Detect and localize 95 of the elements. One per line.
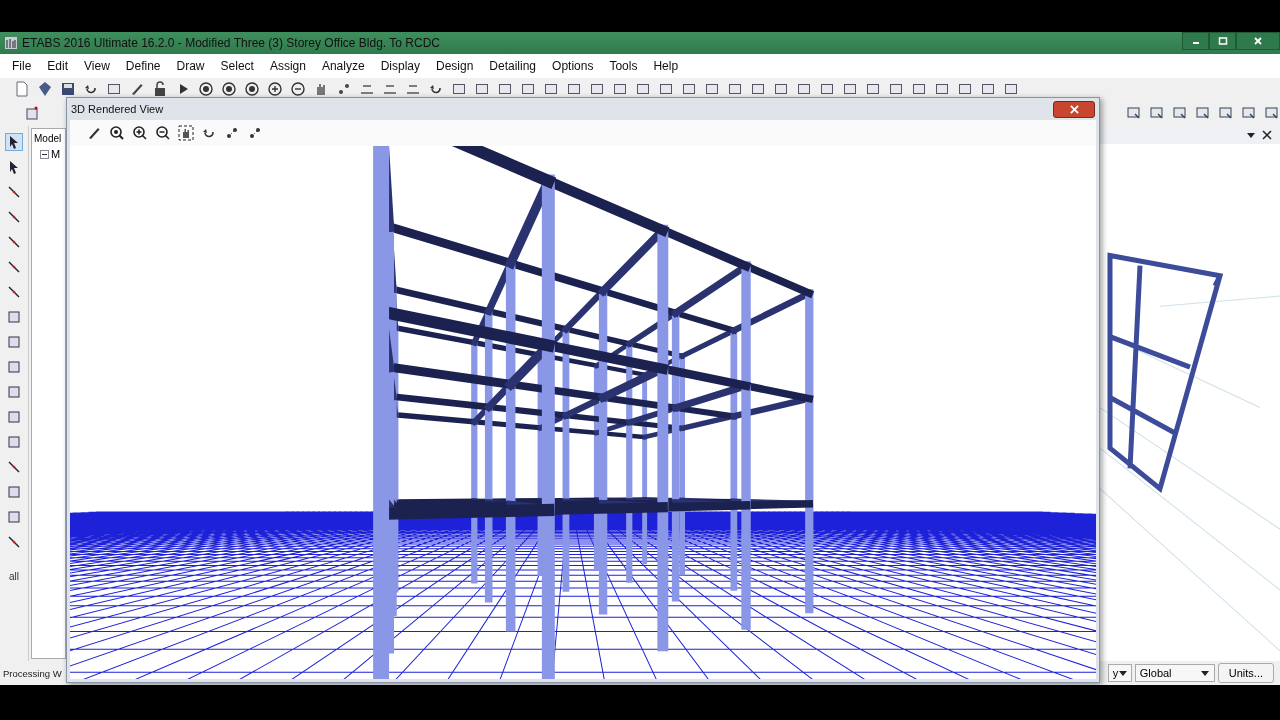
caret-icon[interactable] [1246, 130, 1256, 140]
menu-item[interactable]: Detailing [481, 59, 545, 73]
toolbar-icon[interactable] [451, 81, 467, 97]
line-tool-icon[interactable] [6, 184, 22, 200]
toolbar-icon[interactable] [244, 81, 260, 97]
coordinate-system-dropdown[interactable]: Global [1134, 664, 1215, 682]
status-message: Processing W [2, 667, 62, 679]
app-icon [4, 36, 18, 50]
close-icon [1069, 104, 1079, 114]
window-title: ETABS 2016 Ultimate 16.2.0 - Modified Three (3) Storey Office Bldg. To RCDC [22, 36, 440, 50]
zoom-icon[interactable] [109, 125, 125, 141]
toolbar-icon[interactable] [796, 81, 812, 97]
toolbar-icon[interactable] [543, 81, 559, 97]
line-tool-icon[interactable] [6, 284, 22, 300]
menu-item[interactable]: Select [212, 59, 262, 73]
zoom-in-icon[interactable] [267, 81, 283, 97]
menu-item[interactable]: File [4, 59, 40, 73]
caret-icon [1118, 668, 1129, 678]
close-icon[interactable] [1262, 130, 1272, 140]
menu-item[interactable]: Draw [168, 59, 213, 73]
minimize-button[interactable] [1182, 32, 1209, 50]
save-icon[interactable] [60, 81, 76, 97]
menu-item[interactable]: Define [117, 59, 169, 73]
toolbar-icon[interactable] [635, 81, 651, 97]
pointer-icon[interactable] [6, 134, 22, 150]
line-tool-icon[interactable] [6, 209, 22, 225]
line-tool-icon[interactable] [6, 534, 22, 550]
toolbar-icon[interactable] [773, 81, 789, 97]
area-tool-icon[interactable] [6, 434, 22, 450]
toolbar-icon[interactable] [842, 81, 858, 97]
explorer-tab[interactable]: Model [32, 129, 65, 148]
collapse-icon[interactable] [40, 149, 49, 159]
zoom-out-icon[interactable] [290, 81, 306, 97]
menu-item[interactable]: Tools [601, 59, 646, 73]
close-button[interactable] [1053, 100, 1095, 118]
toolbar-icon[interactable] [658, 81, 674, 97]
toolbar-icon[interactable] [106, 81, 122, 97]
toolbar-icon[interactable] [957, 81, 973, 97]
toolbar-icon[interactable] [612, 81, 628, 97]
area-tool-icon[interactable] [6, 359, 22, 375]
toolbar-icon[interactable] [37, 81, 53, 97]
dropdown[interactable]: y [1107, 664, 1132, 682]
close-button[interactable] [1236, 32, 1280, 50]
area-tool-icon[interactable] [6, 509, 22, 525]
toolbar-icon[interactable] [819, 81, 835, 97]
toolbar-icon[interactable] [221, 81, 237, 97]
pencil-icon[interactable] [86, 125, 102, 141]
toolbar-icon[interactable] [865, 81, 881, 97]
select-all-label[interactable]: all [9, 571, 19, 582]
toolbar-icon[interactable] [1003, 81, 1019, 97]
lock-icon[interactable] [152, 81, 168, 97]
toolbar-icon[interactable] [566, 81, 582, 97]
line-tool-icon[interactable] [6, 459, 22, 475]
area-tool-icon[interactable] [6, 334, 22, 350]
toolbar-icon[interactable] [520, 81, 536, 97]
menu-item[interactable]: Edit [39, 59, 77, 73]
toolbar-icon[interactable] [911, 81, 927, 97]
caret-icon [1199, 668, 1210, 678]
toolbar-icon[interactable] [704, 81, 720, 97]
line-tool-icon[interactable] [6, 234, 22, 250]
toolbar-icon[interactable] [589, 81, 605, 97]
area-tool-icon[interactable] [6, 484, 22, 500]
menu-item[interactable]: Help [645, 59, 687, 73]
toolbar-icon[interactable] [888, 81, 904, 97]
menu-item[interactable]: Analyze [313, 59, 373, 73]
close-icon [1253, 36, 1263, 46]
toolbar-icon[interactable] [681, 81, 697, 97]
menu-item[interactable]: Design [428, 59, 482, 73]
toolbar-icon[interactable] [198, 81, 214, 97]
tree-item[interactable]: M [51, 148, 61, 160]
toolbar-icon[interactable] [750, 81, 766, 97]
menu-item[interactable]: View [76, 59, 118, 73]
document-icon[interactable] [14, 81, 30, 97]
menu-item[interactable]: Display [372, 59, 428, 73]
toolbar-icon[interactable] [474, 81, 490, 97]
line-tool-icon[interactable] [6, 259, 22, 275]
menu-item[interactable]: Assign [261, 59, 314, 73]
maximize-button[interactable] [1209, 32, 1236, 50]
toolbar-icon[interactable] [934, 81, 950, 97]
maximize-icon [1217, 36, 1228, 46]
menu-item[interactable]: Options [544, 59, 602, 73]
zoom-out-icon[interactable] [155, 125, 171, 141]
toolbar-icon[interactable] [336, 81, 352, 97]
zoom-in-icon[interactable] [132, 125, 148, 141]
toolbar-icon[interactable] [224, 125, 240, 141]
toolbar-icon[interactable] [497, 81, 513, 97]
units-button[interactable]: Units... [1217, 663, 1274, 683]
area-tool-icon[interactable] [6, 384, 22, 400]
toolbar-icon[interactable] [247, 125, 263, 141]
area-tool-icon[interactable] [6, 309, 22, 325]
toolbar-icon[interactable] [727, 81, 743, 97]
pan-icon[interactable] [178, 125, 194, 141]
window-title: 3D Rendered View [71, 103, 164, 115]
toolbar-icon[interactable] [980, 81, 996, 97]
area-tool-icon[interactable] [6, 409, 22, 425]
